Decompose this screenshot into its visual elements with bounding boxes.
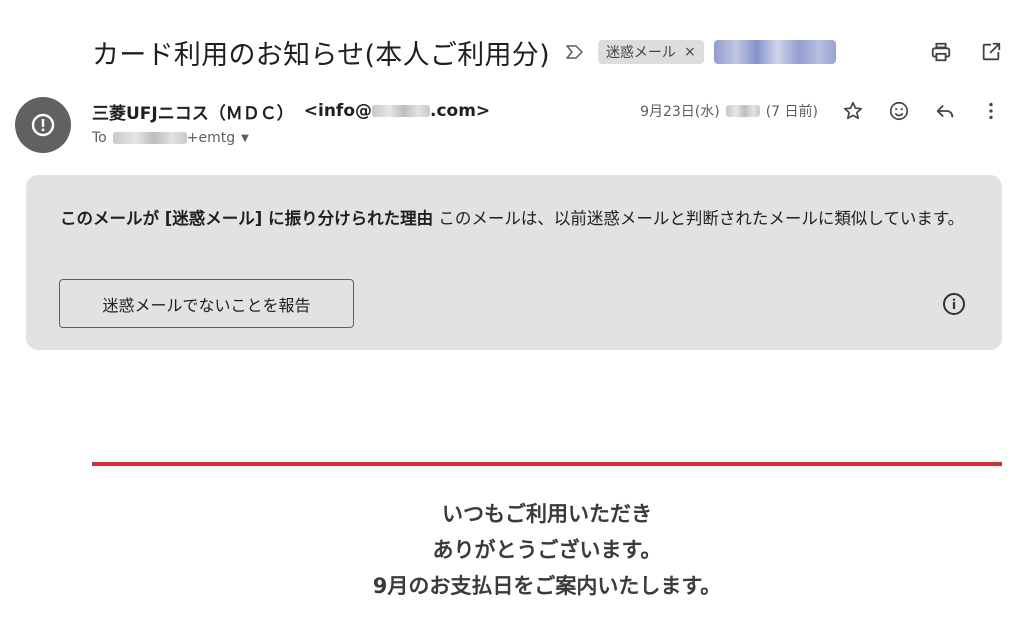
email-view: カード利用のお知らせ(本人ご利用分) 迷惑メール × 三菱UFJニコス（ＭＤＣ） (0, 0, 1024, 629)
recipient-suffix: +emtg (186, 130, 236, 146)
label-chip-redacted (713, 40, 836, 64)
spam-reason-body: このメールは、以前迷惑メールと判断されたメールに類似しています。 (433, 209, 965, 228)
info-icon[interactable] (941, 291, 967, 317)
subject-title: カード利用のお知らせ(本人ご利用分) (92, 39, 550, 71)
redacted-recipient (112, 132, 187, 144)
spam-reason-text: このメールが [迷惑メール] に振り分けられた理由 このメールは、以前迷惑メール… (60, 205, 970, 232)
date-prefix: 9月23日(水) (640, 104, 720, 120)
remove-label-button[interactable]: × (684, 44, 696, 60)
email-body: いつもご利用いただき ありがとうございます。 9月のお支払日をご案内いたします。 (92, 496, 1002, 604)
sender-email-suffix: .com> (430, 101, 491, 121)
message-date: 9月23日(水) (7 日前) (640, 101, 818, 121)
header-divider (92, 462, 1002, 466)
spam-reason-title: このメールが [迷惑メール] に振り分けられた理由 (60, 209, 434, 228)
label-chip-spam: 迷惑メール × (597, 40, 704, 64)
label-chip-text: 迷惑メール (605, 45, 676, 61)
sender-meta: 9月23日(水) (7 日前) (640, 94, 1008, 128)
sender-avatar[interactable] (15, 97, 71, 153)
body-line: いつもご利用いただき (442, 502, 652, 526)
label-arrow-icon[interactable] (564, 41, 586, 63)
spam-warning-banner: このメールが [迷惑メール] に振り分けられた理由 このメールは、以前迷惑メール… (26, 175, 1002, 350)
subject-row: カード利用のお知らせ(本人ご利用分) 迷惑メール × (92, 30, 1008, 74)
recipient-row[interactable]: To +emtg ▼ (92, 128, 249, 148)
redacted-time (725, 105, 760, 117)
date-relative: (7 日前) (765, 104, 818, 120)
open-in-new-icon[interactable] (974, 35, 1008, 69)
body-line: ありがとうございます。 (432, 538, 662, 562)
body-line: 9月のお支払日をご案内いたします。 (372, 574, 722, 598)
reply-icon[interactable] (928, 94, 962, 128)
emoji-icon[interactable] (882, 94, 916, 128)
message-actions (836, 94, 1008, 128)
to-label: To (92, 130, 107, 146)
more-vert-icon[interactable] (974, 94, 1008, 128)
sender-row: 三菱UFJニコス（ＭＤＣ） <info@ .com> 9月23日(水) (7 日… (92, 98, 1008, 124)
sender-email-prefix: <info@ (303, 101, 372, 121)
print-icon[interactable] (924, 35, 958, 69)
report-not-spam-button[interactable]: 迷惑メールでないことを報告 (59, 279, 354, 328)
subject-actions (924, 35, 1008, 69)
star-icon[interactable] (836, 94, 870, 128)
redacted-domain (372, 105, 430, 117)
sender-email: <info@ .com> (304, 101, 490, 121)
spam-alert-icon (31, 113, 55, 137)
sender-name[interactable]: 三菱UFJニコス（ＭＤＣ） (92, 99, 294, 124)
chevron-down-icon[interactable]: ▼ (241, 133, 249, 144)
